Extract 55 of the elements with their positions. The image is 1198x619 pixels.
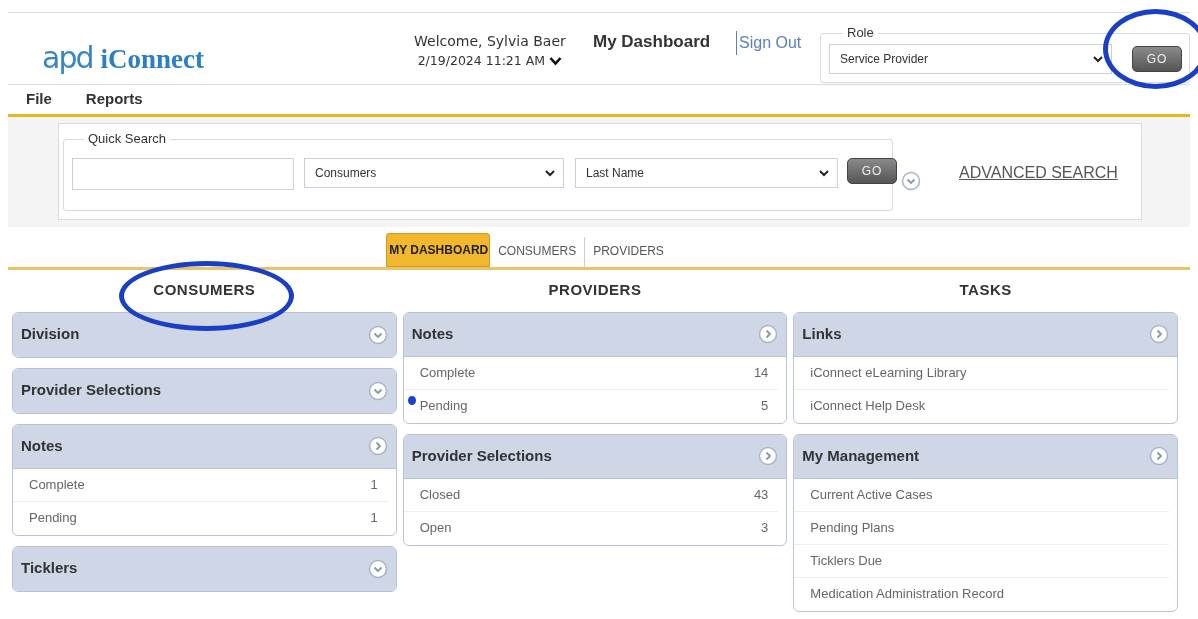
item-count: 14 (753, 363, 769, 382)
list-item-label[interactable]: Complete (29, 474, 85, 495)
item-count: 3 (761, 519, 769, 538)
column-heading: PROVIDERS (548, 281, 642, 298)
list-item-label[interactable]: Medication Administration Record (810, 584, 1004, 604)
panel-title: Links (802, 323, 842, 344)
dropdown-field[interactable]: Last Name (575, 158, 838, 188)
list-item-label[interactable]: Pending Plans (810, 517, 895, 538)
chevron-down-icon[interactable] (367, 558, 388, 579)
list-item-label[interactable]: Current Active Cases (810, 484, 933, 505)
datetime-text: 2/19/2024 11:21 AM (417, 52, 546, 70)
role-select[interactable]: Service Provider (829, 44, 1112, 74)
chevron-right-icon[interactable] (1149, 324, 1169, 344)
chevron-right-icon[interactable] (758, 446, 779, 466)
chevron-down-icon[interactable] (367, 380, 388, 401)
list-item-label[interactable]: iConnect Help Desk (810, 396, 926, 416)
panel-title: Division (21, 324, 80, 345)
tab[interactable]: MY DASHBOARD (386, 233, 491, 267)
item-count: 5 (761, 397, 769, 416)
panel-title: Provider Selections (411, 445, 552, 466)
menu-item[interactable]: Reports (85, 88, 143, 111)
item-count: 43 (753, 485, 769, 504)
caret-icon[interactable] (549, 56, 563, 67)
search-field[interactable] (72, 158, 294, 190)
panel-title: Ticklers (21, 558, 78, 579)
list-item-label[interactable]: Pending (419, 396, 468, 416)
list-item-label[interactable]: Ticklers Due (810, 550, 883, 571)
list-item-label[interactable]: Closed (419, 484, 461, 505)
panel-title: Provider Selections (21, 380, 162, 401)
panel-title: My Management (802, 445, 920, 466)
welcome-text: Welcome, Sylvia Baer (414, 32, 566, 51)
page-title: My Dashboard (593, 31, 711, 53)
chevron-down-icon[interactable] (901, 171, 921, 191)
chevron-right-icon[interactable] (1149, 446, 1169, 466)
chevron-right-icon[interactable] (367, 436, 388, 456)
logo-mark: apd (42, 39, 93, 77)
chevron-down-icon[interactable] (367, 324, 388, 345)
list-item-label[interactable]: iConnect eLearning Library (810, 362, 967, 383)
list-item-label[interactable]: Pending (29, 508, 77, 528)
panel-title: Notes (21, 435, 63, 456)
logo-text: iConnect (100, 43, 204, 76)
item-count: 1 (370, 509, 378, 528)
advanced-search-link[interactable]: ADVANCED SEARCH (959, 161, 1118, 185)
chevron-right-icon[interactable] (758, 324, 779, 344)
item-count: 1 (370, 475, 378, 494)
column-heading: TASKS (959, 281, 1012, 298)
dropdown-field[interactable]: Consumers (304, 158, 564, 188)
sign-out-link[interactable]: Sign Out (736, 31, 802, 55)
column-heading: CONSUMERS (153, 281, 256, 298)
panel-title: Notes (411, 323, 454, 344)
go-button[interactable]: GO (1132, 46, 1182, 72)
menu-item[interactable]: File (26, 88, 52, 111)
list-item-label[interactable]: Open (419, 518, 452, 538)
list-item-label[interactable]: Complete (419, 362, 476, 383)
go-button[interactable]: GO (847, 158, 897, 184)
